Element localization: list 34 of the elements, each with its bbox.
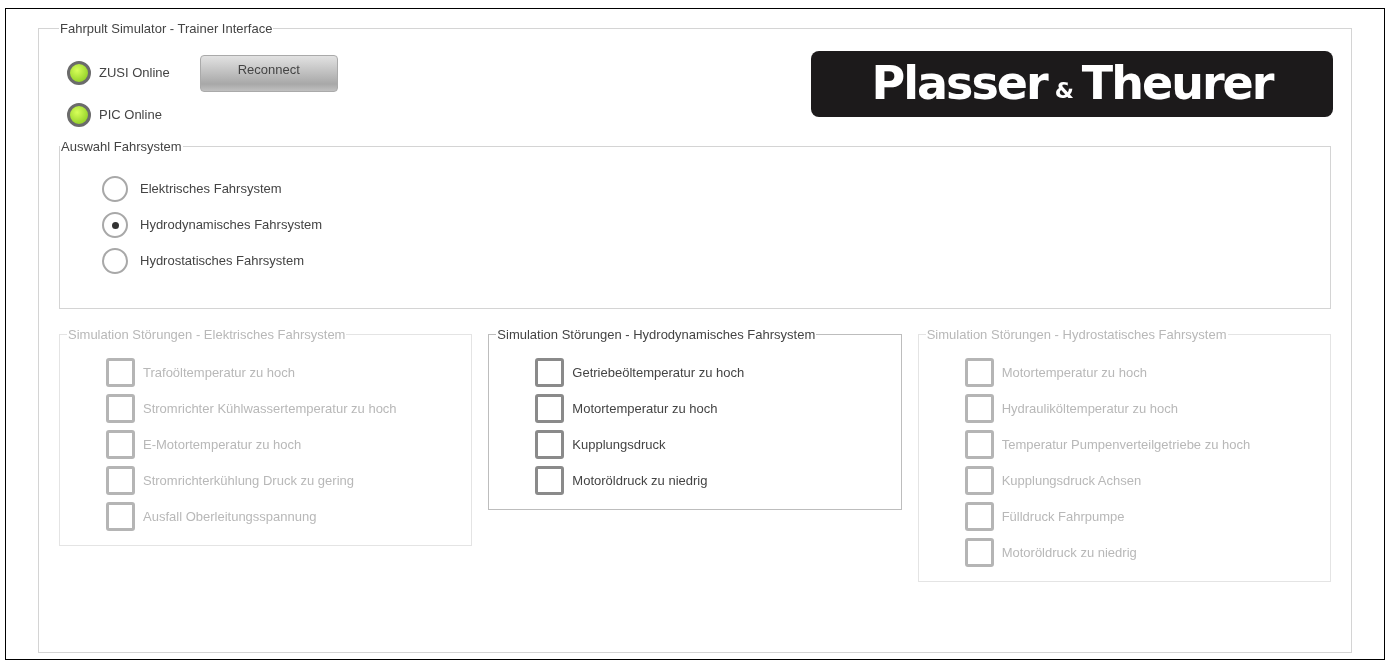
checkbox[interactable] bbox=[535, 394, 565, 423]
radio-label: Hydrodynamisches Fahrsystem bbox=[140, 216, 323, 235]
status-label: ZUSI Online bbox=[99, 63, 170, 82]
checkbox-label: Trafoöltemperatur zu hoch bbox=[143, 363, 295, 382]
panel-title: Fahrpult Simulator - Trainer Interface bbox=[59, 20, 274, 38]
radio-button[interactable] bbox=[102, 176, 128, 202]
checkbox-label: Motoröldruck zu niedrig bbox=[1001, 543, 1137, 562]
reconnect-button[interactable]: Reconnect bbox=[199, 54, 338, 92]
checkbox[interactable] bbox=[535, 430, 565, 459]
checkbox-label: Fülldruck Fahrpumpe bbox=[1001, 507, 1125, 526]
checkbox-label: Motortemperatur zu hoch bbox=[1001, 363, 1147, 382]
radio-label: Elektrisches Fahrsystem bbox=[140, 180, 282, 199]
radio-button[interactable] bbox=[102, 248, 128, 274]
checkbox-label: Stromrichterkühlung Druck zu gering bbox=[143, 471, 354, 490]
checkbox-label: Getriebeöltemperatur zu hoch bbox=[572, 363, 745, 382]
logo: Plasser & Theurer bbox=[811, 50, 1333, 117]
radio-label: Hydrostatisches Fahrsystem bbox=[140, 252, 304, 271]
checkbox[interactable] bbox=[535, 358, 565, 387]
group-title: Simulation Störungen - Elektrisches Fahrsystem bbox=[67, 325, 347, 344]
group-title: Simulation Störungen - Hydrostatisches Fahrsystem bbox=[925, 325, 1228, 344]
checkbox-label: Kupplungsdruck bbox=[572, 435, 666, 454]
checkbox-label: Kupplungsdruck Achsen bbox=[1001, 471, 1142, 490]
group-title: Simulation Störungen - Hydrodynamisches Fahrsystem bbox=[496, 325, 817, 344]
checkbox-label: Stromrichter Kühlwassertemperatur zu hoch bbox=[143, 399, 397, 418]
checkbox[interactable] bbox=[535, 466, 565, 495]
radio-button[interactable] bbox=[102, 212, 128, 238]
status-label: PIC Online bbox=[99, 105, 162, 124]
checkbox-label: Temperatur Pumpenverteilgetriebe zu hoch bbox=[1001, 435, 1251, 454]
checkbox-label: Hydrauliköltemperatur zu hoch bbox=[1001, 399, 1178, 418]
group-title: Auswahl Fahrsystem bbox=[60, 137, 183, 156]
checkbox-label: Motortemperatur zu hoch bbox=[572, 399, 718, 418]
checkbox-label: Motoröldruck zu niedrig bbox=[572, 471, 708, 490]
checkbox-label: Ausfall Oberleitungsspannung bbox=[143, 507, 317, 526]
checkbox-label: E-Motortemperatur zu hoch bbox=[143, 435, 302, 454]
